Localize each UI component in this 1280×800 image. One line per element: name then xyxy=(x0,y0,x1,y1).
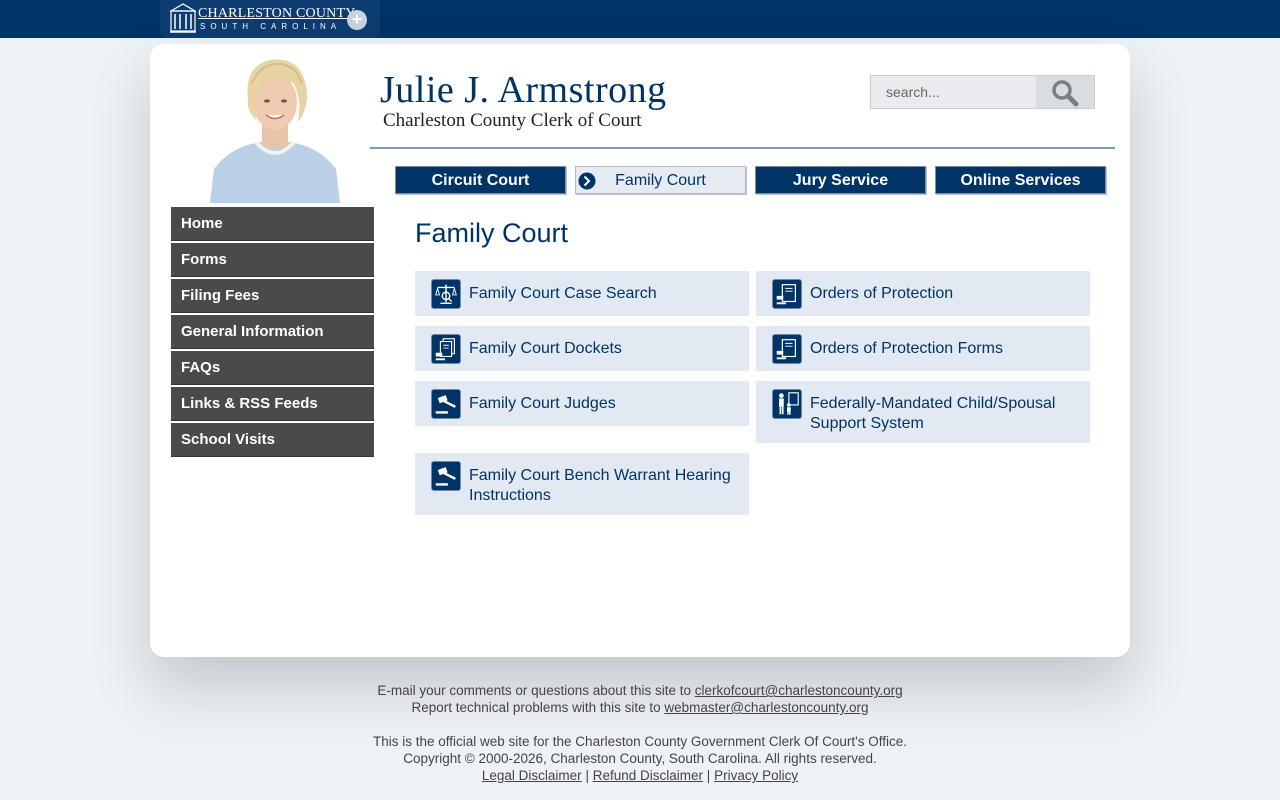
county-state: SOUTH CAROLINA xyxy=(200,22,342,31)
search-input[interactable] xyxy=(871,76,1036,108)
top-bar: CHARLESTON COUNTY SOUTH CAROLINA + xyxy=(0,0,1280,38)
gavel-icon xyxy=(431,389,461,419)
refund-disclaimer-link[interactable]: Refund Disclaimer xyxy=(593,768,703,783)
sidebar-item-general-information[interactable]: General Information xyxy=(171,315,374,349)
privacy-policy-link[interactable]: Privacy Policy xyxy=(714,768,798,783)
tile-orders-of-protection-forms[interactable]: Orders of Protection Forms xyxy=(756,326,1090,371)
sidebar-item-faqs[interactable]: FAQs xyxy=(171,351,374,385)
page-subtitle: Charleston County Clerk of Court xyxy=(383,110,642,131)
tile-label: Family Court Case Search xyxy=(469,285,657,302)
tile-label: Family Court Dockets xyxy=(469,340,622,357)
tile-family-court-case-search[interactable]: Family Court Case Search xyxy=(415,271,749,316)
tab-family-court[interactable]: Family Court xyxy=(575,166,746,194)
county-building-icon xyxy=(170,3,196,33)
tile-label: Family Court Judges xyxy=(469,395,616,412)
footer-comments-line: E-mail your comments or questions about … xyxy=(0,682,1280,699)
tab-label: Online Services xyxy=(960,172,1081,189)
county-logo[interactable]: CHARLESTON COUNTY SOUTH CAROLINA + xyxy=(160,0,380,38)
main-card: Julie J. Armstrong Charleston County Cle… xyxy=(150,44,1130,657)
sidebar-item-forms[interactable]: Forms xyxy=(171,243,374,277)
footer-problems-line: Report technical problems with this site… xyxy=(0,699,1280,716)
parent-child-icon xyxy=(772,389,802,419)
county-name: CHARLESTON COUNTY xyxy=(198,6,356,21)
tab-online-services[interactable]: Online Services xyxy=(935,166,1106,194)
clerk-email-link[interactable]: clerkofcourt@charlestoncounty.org xyxy=(695,683,903,698)
document-gavel-icon xyxy=(772,334,802,364)
footer-copyright: Copyright © 2000-2026, Charleston County… xyxy=(403,751,877,766)
footer-problems-text: Report technical problems with this site… xyxy=(411,700,661,715)
search-icon xyxy=(1052,80,1079,107)
tile-family-court-dockets[interactable]: Family Court Dockets xyxy=(415,326,749,371)
footer-comments-text: E-mail your comments or questions about … xyxy=(377,683,692,698)
tile-label: Family Court Bench Warrant Hearing Instr… xyxy=(469,467,731,504)
tab-label: Family Court xyxy=(615,172,706,189)
tile-orders-of-protection[interactable]: Orders of Protection xyxy=(756,271,1090,316)
plus-icon[interactable]: + xyxy=(347,10,367,30)
footer: E-mail your comments or questions about … xyxy=(0,682,1280,784)
tab-circuit-court[interactable]: Circuit Court xyxy=(395,166,566,194)
tile-label: Orders of Protection xyxy=(810,285,954,302)
tile-federally-mandated-support-system[interactable]: Federally-Mandated Child/Spousal Support… xyxy=(756,381,1090,443)
tile-bench-warrant-hearing-instructions[interactable]: Family Court Bench Warrant Hearing Instr… xyxy=(415,453,749,515)
section-title: Family Court xyxy=(415,218,569,248)
tab-jury-service[interactable]: Jury Service xyxy=(755,166,926,194)
search-box xyxy=(870,75,1095,109)
legal-disclaimer-link[interactable]: Legal Disclaimer xyxy=(482,768,582,783)
search-button[interactable] xyxy=(1036,76,1094,108)
footer-official-text: This is the official web site for the Ch… xyxy=(372,734,908,749)
document-gavel-icon xyxy=(772,279,802,309)
portrait-image xyxy=(210,44,340,203)
webmaster-email-link[interactable]: webmaster@charlestoncounty.org xyxy=(664,700,868,715)
header-divider xyxy=(370,147,1115,149)
tile-label: Orders of Protection Forms xyxy=(810,340,1003,357)
tab-label: Circuit Court xyxy=(431,172,530,189)
sidebar-item-school-visits[interactable]: School Visits xyxy=(171,423,374,457)
documents-stack-icon xyxy=(431,334,461,364)
footer-separator: | xyxy=(706,768,711,783)
sidebar-item-links-rss-feeds[interactable]: Links & RSS Feeds xyxy=(171,387,374,421)
gavel-icon xyxy=(431,461,461,491)
sidebar-nav: Home Forms Filing Fees General Informati… xyxy=(171,207,374,459)
tile-family-court-judges[interactable]: Family Court Judges xyxy=(415,381,749,426)
footer-separator: | xyxy=(585,768,589,783)
sidebar-item-home[interactable]: Home xyxy=(171,207,374,241)
footer-links: Legal Disclaimer | Refund Disclaimer | P… xyxy=(0,767,1280,784)
sidebar-item-filing-fees[interactable]: Filing Fees xyxy=(171,279,374,313)
clerk-portrait xyxy=(210,44,340,203)
scales-search-icon xyxy=(431,279,461,309)
tile-label: Federally-Mandated Child/Spousal Support… xyxy=(810,395,1056,432)
chevron-right-icon xyxy=(578,172,596,190)
page-title: Julie J. Armstrong xyxy=(380,69,667,111)
tab-label: Jury Service xyxy=(792,172,889,189)
